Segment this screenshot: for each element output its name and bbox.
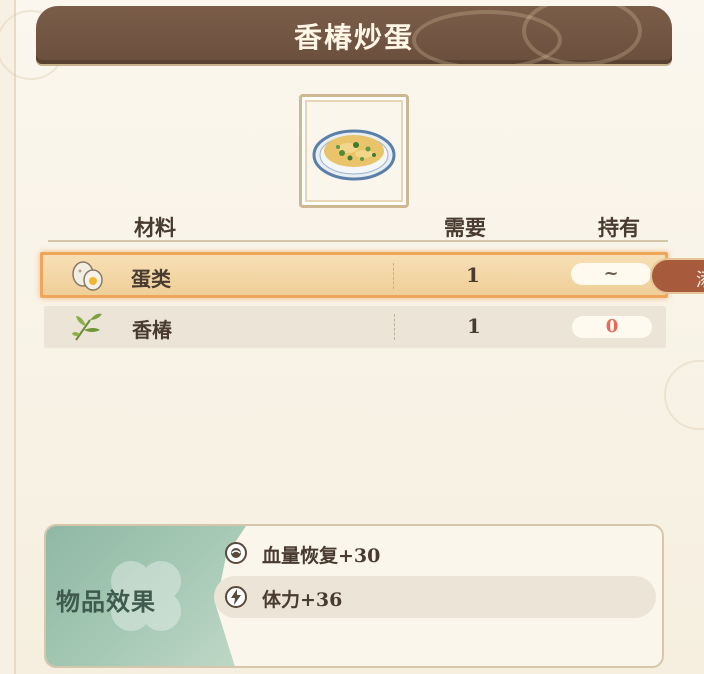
effect-text: 体力+36 <box>262 589 343 611</box>
effect-label: 物品效果 <box>56 587 156 616</box>
side-tab-label: 添 <box>696 266 704 292</box>
stamina-bolt-icon <box>225 586 247 608</box>
dish-image-frame <box>299 94 409 208</box>
header-required: 需要 <box>444 215 486 240</box>
column-divider <box>394 314 395 340</box>
effect-text: 血量恢复+30 <box>262 545 381 567</box>
header-owned: 持有 <box>598 215 640 240</box>
recipe-title: 香椿炒蛋 <box>293 21 414 54</box>
title-banner: 香椿炒蛋 <box>36 6 672 64</box>
owned-count: ~ <box>571 263 651 285</box>
owned-count: 0 <box>572 316 652 338</box>
header-material: 材料 <box>134 215 176 240</box>
toon-leaves-icon <box>72 313 102 341</box>
effect-row: 体力+36 <box>214 576 656 618</box>
material-name: 香椿 <box>132 318 172 342</box>
side-add-tab[interactable]: 添 <box>650 258 704 294</box>
material-row-toon[interactable]: 香椿 1 0 <box>44 306 666 348</box>
column-divider <box>393 263 394 289</box>
effect-row: 血量恢复+30 <box>214 532 656 574</box>
material-name: 蛋类 <box>131 267 171 291</box>
header-divider <box>48 240 668 242</box>
item-effect-panel: 物品效果 血量恢复+30 体力+36 <box>44 524 664 668</box>
heart-restore-icon <box>225 542 247 564</box>
egg-icon <box>72 261 103 291</box>
required-count: 1 <box>467 314 481 338</box>
dish-icon <box>312 129 396 181</box>
material-row-egg[interactable]: 蛋类 1 ~ <box>40 252 668 298</box>
corner-ornament <box>664 360 704 430</box>
required-count: 1 <box>466 263 480 287</box>
